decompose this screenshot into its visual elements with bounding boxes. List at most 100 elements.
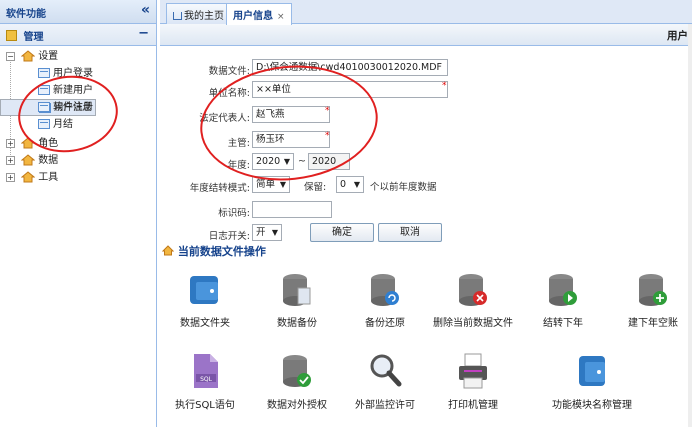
ops-title-label: 当前数据文件操作	[177, 245, 266, 258]
magnifier-icon	[370, 354, 402, 387]
printer-icon	[459, 353, 487, 389]
op-label: 功能模块名称管理	[552, 400, 632, 411]
tree-item-tools[interactable]: + 工具	[0, 169, 156, 186]
tree-item-roles[interactable]: + 角色	[0, 135, 156, 152]
database-backup-icon	[283, 274, 311, 306]
tab-bar: 我的主页 用户信息 ×	[160, 0, 692, 25]
home-folder-icon	[21, 50, 36, 62]
database-add-icon	[639, 274, 667, 306]
ok-button[interactable]: 确定	[310, 223, 374, 242]
datafile-field[interactable]: D:\保会通数据\cwd4010030012020.MDF	[252, 59, 448, 76]
tree-label: 数据	[38, 155, 59, 166]
page-icon	[38, 68, 50, 78]
home-folder-icon	[21, 137, 36, 149]
folder-icon	[190, 276, 218, 304]
home-folder-icon	[21, 154, 36, 166]
home-icon	[161, 245, 175, 256]
sidebar-header: 软件功能 «	[0, 0, 156, 24]
chevron-down-icon: ▼	[353, 180, 360, 189]
sql-file-icon: SQL	[194, 354, 218, 388]
log-switch-select[interactable]: 开 ▼	[252, 224, 282, 241]
sidebar-section-management[interactable]: 管理 −	[0, 24, 156, 46]
year-from-select[interactable]: 2020 ▼	[252, 153, 294, 170]
carry-mode-select[interactable]: 简单 ▼	[252, 176, 290, 193]
tree-item-data[interactable]: + 数据	[0, 152, 156, 169]
op-printer-manage[interactable]: 打印机管理	[418, 352, 528, 411]
unit-name-label: 单位名称:	[208, 88, 250, 99]
required-mark: *	[325, 106, 330, 116]
select-value: 0	[340, 179, 347, 190]
panel-title: 用户	[160, 24, 692, 46]
tree-item-user-login[interactable]: 用户登录	[0, 65, 156, 82]
home-icon	[173, 12, 182, 20]
database-check-icon	[283, 355, 311, 387]
tab-label: 用户信息	[233, 11, 273, 22]
tree-label: 角色	[38, 138, 59, 149]
module-icon	[579, 356, 605, 386]
pencil-folder-icon	[6, 30, 17, 41]
tree-item-settings[interactable]: − 设置	[0, 48, 156, 65]
tree-item-new-user[interactable]: 新建用户	[0, 82, 156, 99]
tab-my-home[interactable]: 我的主页	[166, 3, 231, 24]
sidebar-title: 软件功能	[6, 9, 46, 20]
year-to-field[interactable]: 2020	[308, 153, 350, 170]
home-folder-icon	[21, 171, 36, 183]
select-value: 2020	[256, 156, 281, 167]
database-delete-icon	[459, 274, 487, 306]
expand-toggle-icon[interactable]: +	[6, 155, 15, 165]
tab-user-info[interactable]: 用户信息 ×	[226, 3, 292, 25]
section-toggle-icon[interactable]: −	[138, 26, 149, 41]
tree-item-software-register[interactable]: 软件注册	[0, 99, 156, 116]
svg-text:SQL: SQL	[200, 376, 213, 383]
main-panel: 我的主页 用户信息 × 用户 数据文件: D:\保会通数据\cwd40100300…	[160, 0, 692, 427]
tree-label: 用户登录	[53, 68, 93, 79]
idcode-label: 标识码:	[218, 208, 250, 219]
idcode-field[interactable]	[252, 201, 332, 218]
tab-label: 我的主页	[184, 11, 224, 22]
expand-toggle-icon[interactable]: +	[6, 138, 15, 148]
legal-rep-label: 法定代表人:	[199, 113, 250, 124]
ops-section-title: 当前数据文件操作	[161, 243, 266, 259]
section-label: 管理	[23, 32, 44, 43]
keep-years-select[interactable]: 0 ▼	[336, 176, 364, 193]
manager-field[interactable]: 杨玉环	[252, 131, 330, 148]
required-mark: *	[442, 81, 447, 91]
vertical-scrollbar[interactable]	[688, 24, 692, 427]
tree-label: 设置	[38, 51, 59, 62]
tree-item-month-end[interactable]: 月结	[0, 116, 156, 133]
unit-name-field[interactable]: ××单位	[252, 81, 448, 98]
datafile-label: 数据文件:	[208, 66, 250, 77]
page-icon	[38, 119, 50, 129]
manager-label: 主管:	[227, 138, 250, 149]
tree-label: 月结	[53, 119, 73, 130]
log-switch-label: 日志开关:	[208, 231, 250, 242]
select-value: 简单	[256, 179, 276, 190]
tree-label: 新建用户	[53, 85, 93, 96]
carry-mode-label: 年度结转模式:	[189, 183, 250, 194]
user-info-form: 数据文件: D:\保会通数据\cwd4010030012020.MDF 单位名称…	[160, 46, 692, 266]
op-module-name-manage[interactable]: 功能模块名称管理	[534, 352, 650, 411]
nav-tree: − 设置 用户登录 新建用户 用户信息 软件注册 月结 + 角色 + 数据 + …	[0, 46, 156, 186]
close-tab-icon[interactable]: ×	[277, 12, 285, 22]
sidebar: 软件功能 « 管理 − − 设置 用户登录 新建用户 用户信息 软件注册 月结 …	[0, 0, 157, 427]
database-forward-icon	[549, 274, 577, 306]
chevron-down-icon: ▼	[283, 157, 290, 166]
required-mark: *	[325, 131, 330, 141]
page-icon	[38, 85, 50, 95]
keep-label: 保留:	[304, 182, 327, 193]
cancel-button[interactable]: 取消	[378, 223, 442, 242]
select-value: 开	[256, 227, 266, 238]
chevron-down-icon: ▼	[271, 228, 278, 237]
chevron-down-icon: ▼	[279, 180, 286, 189]
expand-toggle-icon[interactable]: +	[6, 172, 15, 182]
collapse-toggle-icon[interactable]: −	[6, 51, 15, 61]
collapse-sidebar-icon[interactable]: «	[141, 2, 150, 18]
legal-rep-field[interactable]: 赵飞燕	[252, 106, 330, 123]
page-icon	[38, 102, 50, 112]
tree-label: 工具	[38, 172, 59, 183]
database-restore-icon	[371, 274, 399, 306]
year-separator: ~	[298, 156, 306, 167]
year-label: 年度:	[227, 160, 250, 171]
op-create-next-year[interactable]: 建下年空账	[598, 272, 692, 329]
tree-label: 软件注册	[53, 102, 93, 113]
